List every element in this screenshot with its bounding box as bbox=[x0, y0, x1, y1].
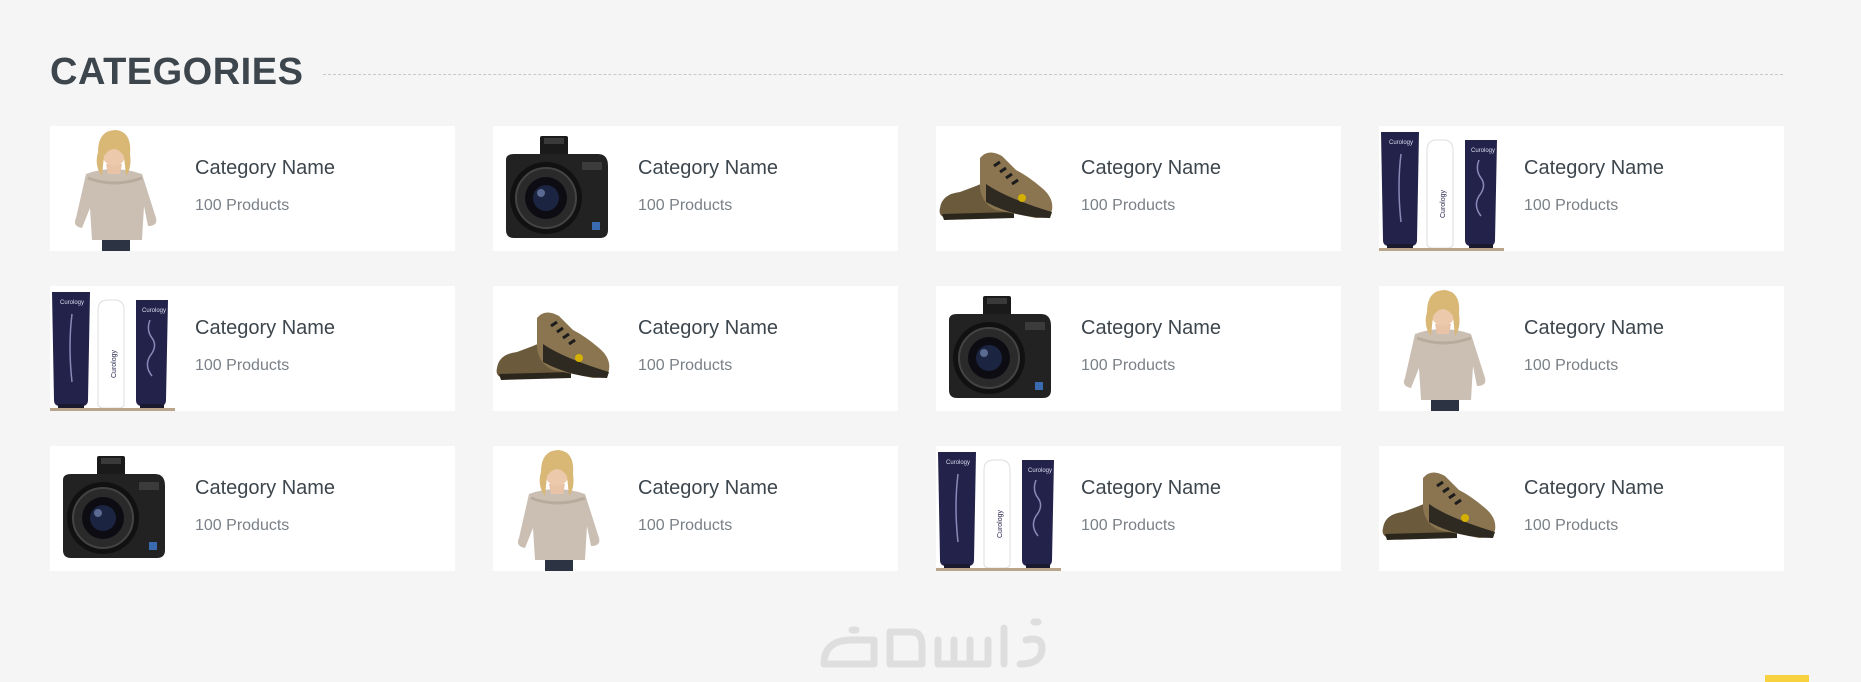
category-product-count: 100 Products bbox=[195, 517, 290, 534]
woman-in-sweater-image[interactable] bbox=[493, 446, 618, 571]
category-card[interactable]: Curology Curology Curology Category Name… bbox=[50, 286, 455, 411]
category-info: Category Name 100 Products bbox=[1061, 126, 1221, 251]
svg-text:Curology: Curology bbox=[142, 308, 166, 314]
category-card[interactable]: Curology Curology Curology Category Name… bbox=[936, 446, 1341, 571]
categories-section: CATEGORIES Category Name 100 Products Ca… bbox=[50, 0, 1784, 571]
category-product-count: 100 Products bbox=[638, 357, 733, 374]
woman-in-sweater-image[interactable] bbox=[50, 126, 175, 251]
category-card[interactable]: Curology Curology Curology Category Name… bbox=[1379, 126, 1784, 251]
dslr-camera-image[interactable] bbox=[493, 126, 618, 251]
category-info: Category Name 100 Products bbox=[1504, 446, 1664, 571]
category-info: Category Name 100 Products bbox=[175, 126, 335, 251]
svg-text:Curology: Curology bbox=[1471, 148, 1495, 154]
category-name[interactable]: Category Name bbox=[1524, 477, 1664, 500]
svg-text:Curology: Curology bbox=[1028, 468, 1052, 474]
hiking-shoes-image[interactable] bbox=[1379, 446, 1504, 571]
cosmetic-tubes-image[interactable]: Curology Curology Curology bbox=[50, 286, 175, 411]
cosmetic-tubes-image[interactable]: Curology Curology Curology bbox=[1379, 126, 1504, 251]
cosmetic-tubes-image[interactable]: Curology Curology Curology bbox=[936, 446, 1061, 571]
section-title: CATEGORIES bbox=[50, 50, 304, 93]
dslr-camera-image[interactable] bbox=[50, 446, 175, 571]
svg-text:Curology: Curology bbox=[997, 509, 1004, 538]
category-name[interactable]: Category Name bbox=[1524, 157, 1664, 180]
category-name[interactable]: Category Name bbox=[195, 317, 335, 340]
category-info: Category Name 100 Products bbox=[1504, 126, 1664, 251]
category-product-count: 100 Products bbox=[1524, 357, 1619, 374]
hiking-shoes-image[interactable] bbox=[936, 126, 1061, 251]
category-info: Category Name 100 Products bbox=[618, 446, 778, 571]
category-name[interactable]: Category Name bbox=[638, 477, 778, 500]
dslr-camera-image[interactable] bbox=[936, 286, 1061, 411]
category-name[interactable]: Category Name bbox=[195, 477, 335, 500]
category-grid: Category Name 100 Products Category Name… bbox=[50, 126, 1784, 571]
woman-in-sweater-image[interactable] bbox=[1379, 286, 1504, 411]
category-name[interactable]: Category Name bbox=[638, 317, 778, 340]
category-card[interactable]: Category Name 100 Products bbox=[936, 126, 1341, 251]
category-card[interactable]: Category Name 100 Products bbox=[1379, 286, 1784, 411]
category-product-count: 100 Products bbox=[1524, 517, 1619, 534]
back-to-top-tab[interactable] bbox=[1765, 675, 1809, 682]
section-header: CATEGORIES bbox=[50, 50, 1783, 94]
category-product-count: 100 Products bbox=[1081, 197, 1176, 214]
category-name[interactable]: Category Name bbox=[1081, 477, 1221, 500]
category-card[interactable]: Category Name 100 Products bbox=[493, 446, 898, 571]
category-info: Category Name 100 Products bbox=[175, 286, 335, 411]
svg-text:Curology: Curology bbox=[60, 300, 84, 306]
category-info: Category Name 100 Products bbox=[175, 446, 335, 571]
svg-text:Curology: Curology bbox=[1389, 140, 1413, 146]
svg-text:Curology: Curology bbox=[1440, 189, 1447, 218]
category-product-count: 100 Products bbox=[1081, 517, 1176, 534]
category-name[interactable]: Category Name bbox=[1081, 317, 1221, 340]
category-card[interactable]: Category Name 100 Products bbox=[493, 126, 898, 251]
category-name[interactable]: Category Name bbox=[195, 157, 335, 180]
category-name[interactable]: Category Name bbox=[1081, 157, 1221, 180]
category-card[interactable]: Category Name 100 Products bbox=[1379, 446, 1784, 571]
category-product-count: 100 Products bbox=[195, 357, 290, 374]
svg-text:Curology: Curology bbox=[946, 460, 970, 466]
category-product-count: 100 Products bbox=[195, 197, 290, 214]
category-info: Category Name 100 Products bbox=[618, 286, 778, 411]
title-divider bbox=[323, 73, 1783, 75]
category-product-count: 100 Products bbox=[638, 517, 733, 534]
category-info: Category Name 100 Products bbox=[618, 126, 778, 251]
svg-text:Curology: Curology bbox=[111, 349, 118, 378]
category-card[interactable]: Category Name 100 Products bbox=[50, 126, 455, 251]
category-info: Category Name 100 Products bbox=[1061, 286, 1221, 411]
category-name[interactable]: Category Name bbox=[638, 157, 778, 180]
category-info: Category Name 100 Products bbox=[1504, 286, 1664, 411]
category-product-count: 100 Products bbox=[1524, 197, 1619, 214]
category-name[interactable]: Category Name bbox=[1524, 317, 1664, 340]
category-info: Category Name 100 Products bbox=[1061, 446, 1221, 571]
category-card[interactable]: Category Name 100 Products bbox=[936, 286, 1341, 411]
watermark-logo bbox=[820, 618, 1046, 668]
category-card[interactable]: Category Name 100 Products bbox=[50, 446, 455, 571]
category-card[interactable]: Category Name 100 Products bbox=[493, 286, 898, 411]
category-product-count: 100 Products bbox=[1081, 357, 1176, 374]
hiking-shoes-image[interactable] bbox=[493, 286, 618, 411]
category-product-count: 100 Products bbox=[638, 197, 733, 214]
